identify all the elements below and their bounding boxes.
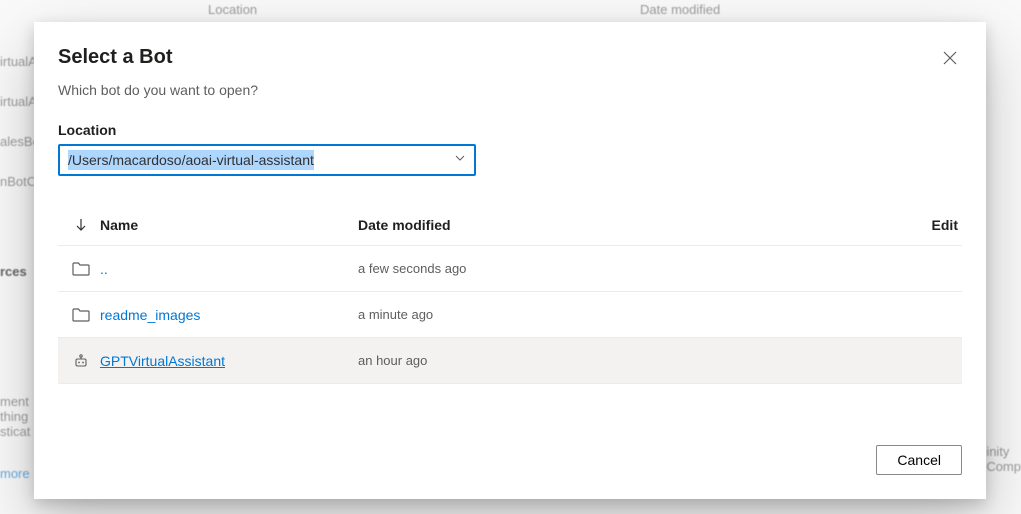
location-dropdown[interactable]: /Users/macardoso/aoai-virtual-assistant <box>58 144 476 176</box>
folder-icon <box>62 262 100 276</box>
bg-col-location: Location <box>208 2 257 17</box>
close-icon <box>943 51 957 65</box>
bg-left-item: irtualA <box>0 50 34 90</box>
col-header-edit[interactable]: Edit <box>898 217 958 233</box>
table-header: Name Date modified Edit <box>58 204 962 246</box>
location-value: /Users/macardoso/aoai-virtual-assistant <box>68 150 314 170</box>
table-row[interactable]: GPTVirtualAssistant an hour ago <box>58 338 962 384</box>
col-header-name[interactable]: Name <box>100 217 358 233</box>
bot-icon <box>62 353 100 369</box>
bg-bottom-line: ment <box>0 394 30 409</box>
row-name: .. <box>100 261 108 277</box>
chevron-down-icon <box>454 151 466 169</box>
cancel-button[interactable]: Cancel <box>876 445 962 475</box>
select-bot-dialog: Select a Bot Which bot do you want to op… <box>34 22 986 499</box>
table-row[interactable]: .. a few seconds ago <box>58 246 962 292</box>
sort-arrow-down-icon[interactable] <box>75 218 87 232</box>
file-table: Name Date modified Edit .. a few seconds… <box>58 204 962 384</box>
row-date: a few seconds ago <box>358 261 898 276</box>
table-row[interactable]: readme_images a minute ago <box>58 292 962 338</box>
dialog-subtitle: Which bot do you want to open? <box>58 82 962 98</box>
close-button[interactable] <box>934 42 966 74</box>
dialog-actions: Cancel <box>876 445 962 475</box>
col-header-date[interactable]: Date modified <box>358 217 898 233</box>
bg-left-item: nBotC <box>0 170 34 210</box>
bg-left-item: alesBo <box>0 130 34 170</box>
bg-col-date: Date modified <box>640 2 720 17</box>
row-date: an hour ago <box>358 353 898 368</box>
dialog-title: Select a Bot <box>58 46 172 69</box>
row-name: readme_images <box>100 307 200 323</box>
bg-left-rces: rces <box>0 260 34 300</box>
bg-bottom-line: sticat <box>0 424 30 439</box>
bg-learn-more: more <box>0 466 30 481</box>
row-date: a minute ago <box>358 307 898 322</box>
location-label: Location <box>58 122 962 138</box>
bg-bottom-line: thing <box>0 409 30 424</box>
row-name: GPTVirtualAssistant <box>100 353 225 369</box>
bg-right-line: inity <box>986 444 1021 459</box>
bg-right-line: Comp <box>986 459 1021 474</box>
folder-icon <box>62 308 100 322</box>
bg-left-item: irtualA <box>0 90 34 130</box>
